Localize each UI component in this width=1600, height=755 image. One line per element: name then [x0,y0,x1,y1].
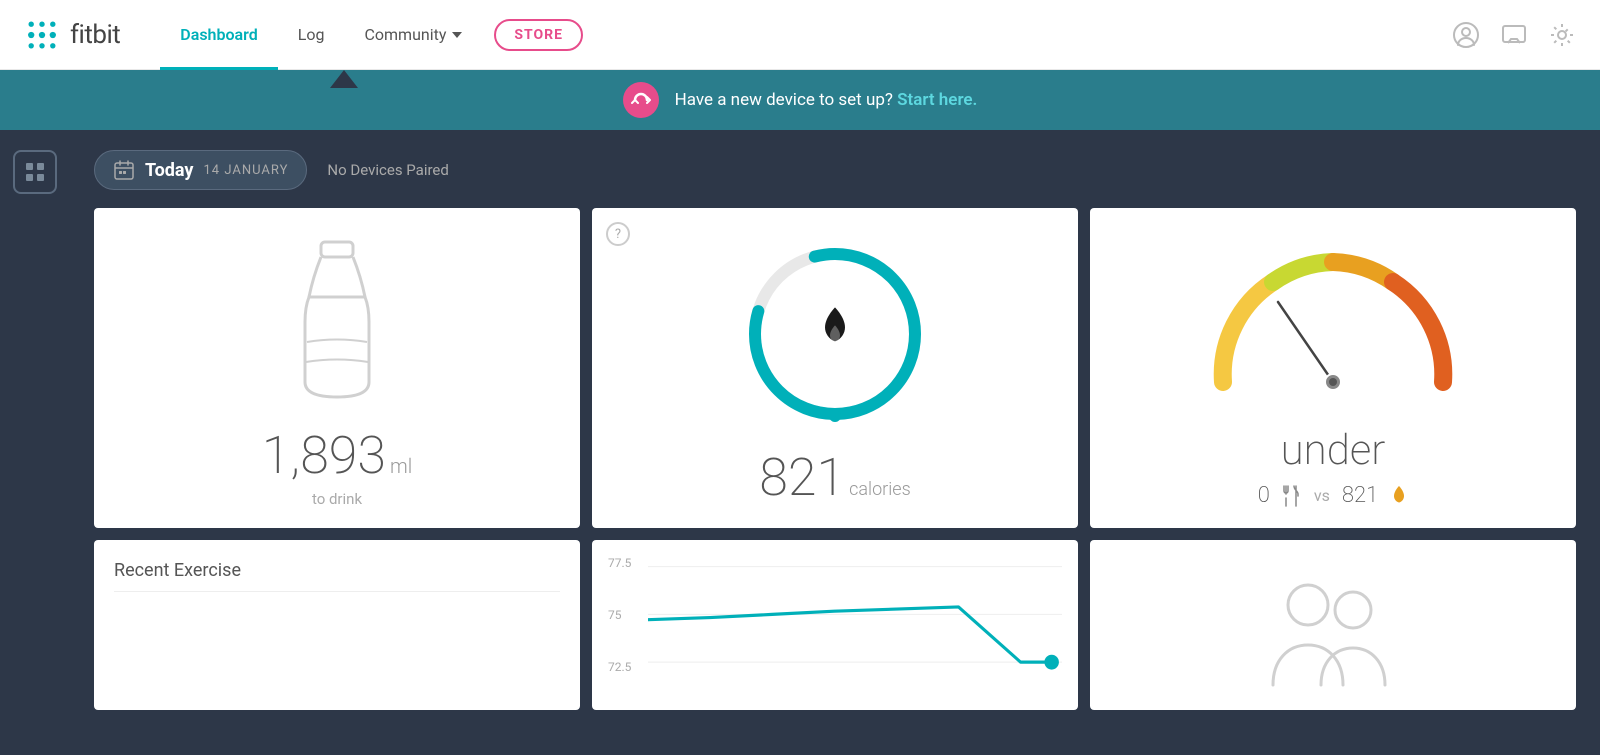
bottle-icon [277,232,397,412]
chart-y-label-3: 72.5 [608,660,643,674]
small-flame-icon [1390,485,1408,507]
water-card: 1,893 ml to drink [94,208,580,528]
calories-value-area: 821 calories [759,447,910,508]
today-label: Today [145,160,194,181]
flame-icon [815,305,855,357]
water-value-area: 1,893 ml [262,425,413,486]
recent-exercise-card: Recent Exercise [94,540,580,710]
gauge-values: 0 vs 821 [1258,483,1408,508]
setup-icon [623,82,659,118]
friends-card [1090,540,1576,710]
exercise-card-title: Recent Exercise [114,560,560,592]
gauge-label: under [1281,426,1386,475]
user-icon[interactable] [1452,21,1480,49]
grid-icon [24,161,46,183]
calendar-icon [113,159,135,181]
water-unit: ml [390,454,412,478]
chart-y-label-2: 75 [608,608,643,622]
calories-card: ? [592,208,1078,528]
notification-link[interactable]: Start here. [897,90,977,110]
gauge-svg [1193,242,1473,402]
weight-chart-svg [648,556,1062,694]
chart-y-label-1: 77.5 [608,556,643,570]
fitbit-logo-icon [24,17,60,53]
top-cards-grid: 1,893 ml to drink ? [94,208,1576,528]
calories-unit: calories [849,479,911,500]
gauge-food-value: 0 [1258,483,1270,508]
logo-text: fitbit [70,20,120,50]
chevron-down-icon [452,32,462,38]
calories-amount: 821 [759,447,845,508]
water-bottle-illustration [277,228,397,415]
notification-text: Have a new device to set up? Start here. [675,90,978,110]
weight-chart-card: 77.5 75 72.5 [592,540,1078,710]
date-pill[interactable]: Today 14 JANUARY [94,150,307,190]
water-label: to drink [312,490,362,508]
main-nav: Dashboard Log Community STORE [160,0,1452,70]
water-amount: 1,893 [262,425,386,486]
messages-icon[interactable] [1500,21,1528,49]
date-bar: Today 14 JANUARY No Devices Paired [94,150,1576,190]
nav-log[interactable]: Log [278,0,345,70]
notification-banner: Have a new device to set up? Start here. [0,70,1600,130]
gauge-burned-value: 821 [1342,483,1378,508]
gauge-vs-label: vs [1314,486,1330,505]
dashboard-content: Today 14 JANUARY No Devices Paired [70,130,1600,730]
main-layout: Today 14 JANUARY No Devices Paired [0,130,1600,730]
customize-dashboard-button[interactable] [13,150,57,194]
settings-icon[interactable] [1548,21,1576,49]
dashboard-arrow [330,70,358,88]
nav-dashboard[interactable]: Dashboard [160,0,277,70]
bottom-cards-grid: Recent Exercise 77.5 75 72.5 [94,540,1576,710]
nav-community[interactable]: Community [344,0,482,70]
header: fitbit Dashboard Log Community STORE [0,0,1600,70]
sidebar [0,130,70,730]
help-icon[interactable]: ? [606,222,630,246]
header-right-icons [1452,21,1576,49]
friends-icon [1263,570,1403,690]
calorie-balance-card: under 0 vs 821 [1090,208,1576,528]
fork-knife-icon [1282,484,1302,508]
logo-area: fitbit [24,17,120,53]
no-devices-label: No Devices Paired [327,161,448,179]
gauge-container [1110,228,1556,416]
date-label: 14 JANUARY [204,163,289,178]
store-button[interactable]: STORE [494,19,583,51]
calories-ring [735,228,935,439]
